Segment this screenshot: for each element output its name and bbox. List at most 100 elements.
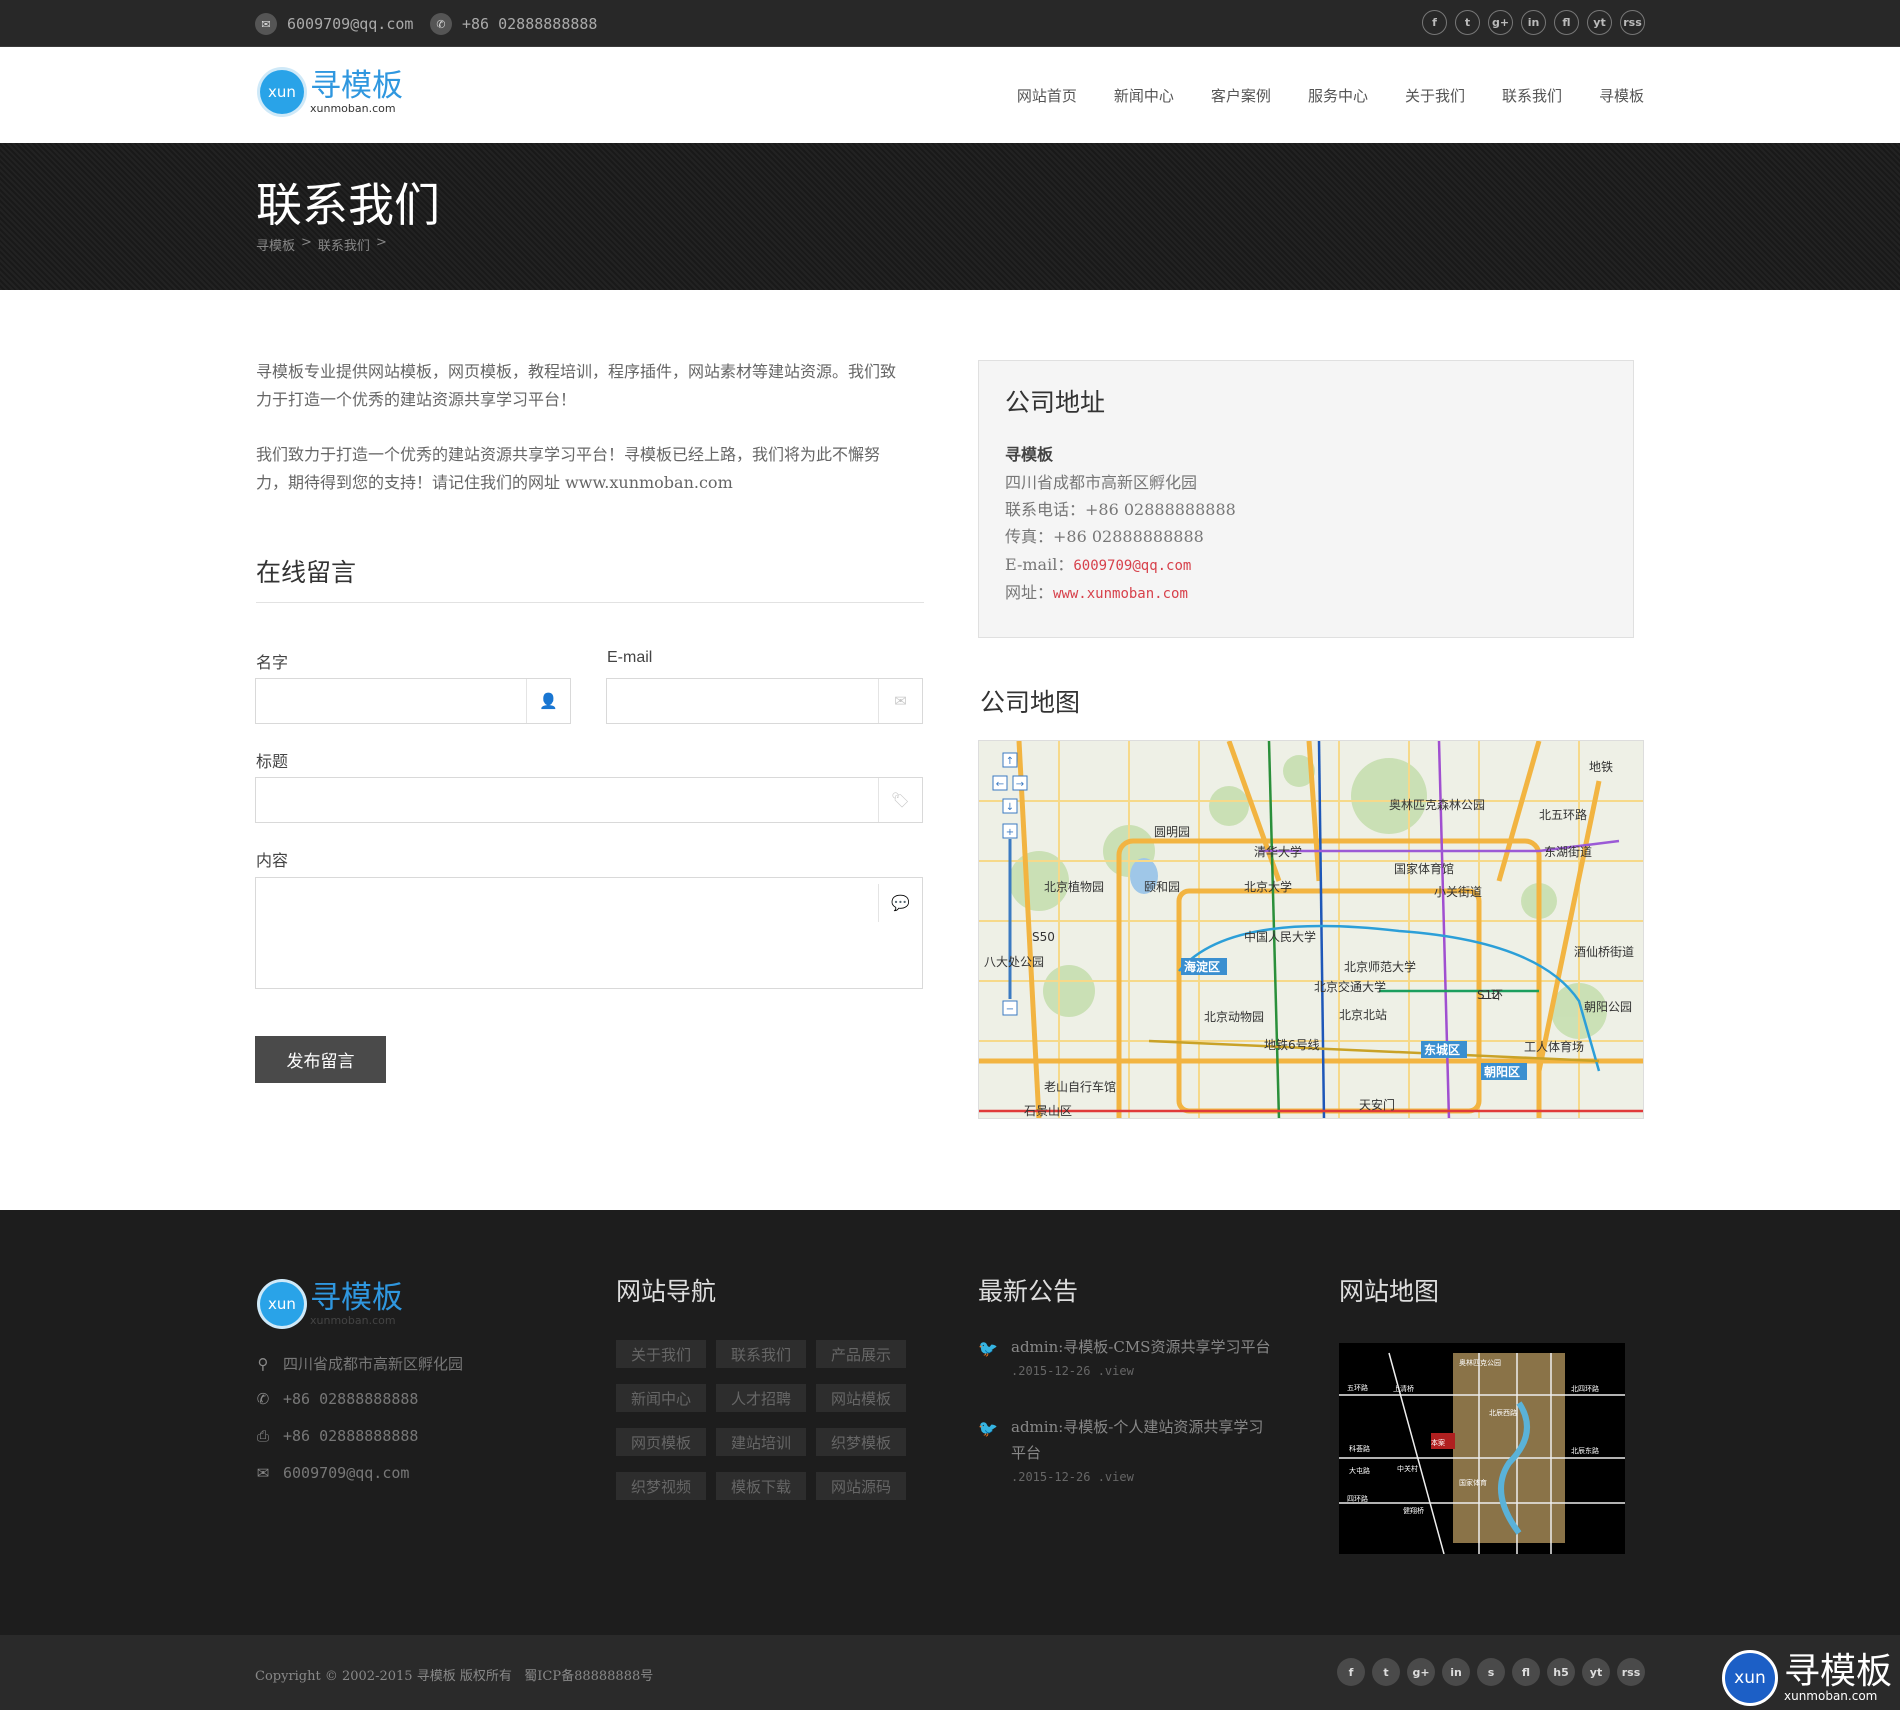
notice-item[interactable]: 🐦 admin:寻模板-CMS资源共享学习平台 .2015-12-26 .view [978, 1334, 1278, 1378]
map-place-label: 北京动物园 [1204, 1010, 1264, 1024]
site-location-map[interactable]: 奥林匹克公园 五环路 四环路 本案 北辰西路 科荟路 大屯路 北四环路 上清桥 中关村 健翔桥 国家体… [1339, 1343, 1625, 1554]
linkedin-icon[interactable]: in [1521, 10, 1546, 35]
footer-nav-tag[interactable]: 网页模板 [616, 1428, 706, 1456]
watermark-ball: xun [1721, 1650, 1778, 1706]
map-place-label: 海淀区 [1184, 959, 1220, 974]
footer-nav-tag[interactable]: 人才招聘 [716, 1384, 806, 1412]
sitemap-place-label: 四环路 [1347, 1494, 1368, 1503]
footer-nav-tag[interactable]: 织梦模板 [816, 1428, 906, 1456]
youtube-icon[interactable]: yt [1587, 10, 1612, 35]
footer-nav-tag[interactable]: 关于我们 [616, 1340, 706, 1368]
footer-nav-tags: 关于我们 联系我们 产品展示 新闻中心 人才招聘 网站模板 网页模板 建站培训 … [616, 1340, 916, 1500]
footer-address: ⚲ 四川省成都市高新区孵化园 [255, 1353, 464, 1374]
map-place-label: 国家体育馆 [1394, 861, 1454, 876]
sitemap-place-label: 五环路 [1347, 1383, 1368, 1392]
footer-nav-tag[interactable]: 网站源码 [816, 1472, 906, 1500]
breadcrumb: 寻模板 > 联系我们 > [256, 235, 387, 254]
icp-number[interactable]: 蜀ICP备88888888号 [524, 1669, 653, 1684]
location-map-graphic: 奥林匹克公园五环路四环路 本案 北辰西路科荟路大屯路 北四环路 上清桥中关村健翔桥 国家体… [1339, 1343, 1625, 1554]
nav-item-news[interactable]: 新闻中心 [1114, 85, 1174, 106]
bottom-social-links: f t g+ in s fl h5 yt rss [1337, 1658, 1645, 1686]
nav-item-service[interactable]: 服务中心 [1308, 85, 1368, 106]
breadcrumb-home[interactable]: 寻模板 [256, 235, 295, 254]
sitemap-place-label: 北四环路 [1571, 1384, 1599, 1393]
breadcrumb-separator: > [301, 235, 312, 250]
submit-button[interactable]: 发布留言 [255, 1036, 386, 1083]
map-place-label: 北京师范大学 [1344, 959, 1416, 974]
map-place-label: 颐和园 [1144, 880, 1180, 894]
svg-text:↓: ↓ [1006, 802, 1014, 813]
content-textarea[interactable]: 💬 [255, 877, 923, 989]
notice-item[interactable]: 🐦 admin:寻模板-个人建站资源共享学习平台 .2015-12-26 .vie… [978, 1414, 1278, 1484]
linkedin-icon[interactable]: in [1442, 1658, 1470, 1686]
twitter-icon[interactable]: t [1372, 1658, 1400, 1686]
flickr-icon[interactable]: fl [1512, 1658, 1540, 1686]
company-url-link[interactable]: www.xunmoban.com [1053, 586, 1188, 602]
phone-icon: ✆ [256, 1390, 270, 1408]
nav-item-about[interactable]: 关于我们 [1405, 85, 1465, 106]
map-place-label: 酒仙桥街道 [1574, 945, 1634, 959]
footer-nav-tag[interactable]: 网站模板 [816, 1384, 906, 1412]
top-email[interactable]: ✉ 6009709@qq.com [255, 13, 413, 35]
top-bar: ✉ 6009709@qq.com ✆ +86 02888888888 f t g… [0, 0, 1900, 47]
email-field[interactable]: ✉ [606, 678, 923, 724]
watermark: xun 寻模板 xunmoban.com [1721, 1650, 1892, 1706]
name-field[interactable]: 👤 [255, 678, 571, 724]
flickr-icon[interactable]: fl [1554, 10, 1579, 35]
nav-item-cases[interactable]: 客户案例 [1211, 85, 1271, 106]
rss-icon[interactable]: rss [1617, 1658, 1645, 1686]
subject-label: 标题 [256, 754, 289, 771]
company-email-link[interactable]: 6009709@qq.com [1073, 558, 1191, 574]
notice-meta: .2015-12-26 .view [1011, 1470, 1134, 1484]
company-map[interactable]: ↑ ← → ↓ + − 圆明园 清华大学 奥林匹克森林公园 北五环路 北京植物园 颐和园 北京大学 国家… [978, 740, 1644, 1119]
map-place-label: 北五环路 [1539, 807, 1587, 822]
map-place-label: 北京大学 [1244, 879, 1292, 894]
map-place-label: 朝阳区 [1484, 1064, 1520, 1079]
nav-item-xunmoban[interactable]: 寻模板 [1599, 85, 1644, 106]
intro-line: 寻模板专业提供网站模板，网页模板，教程培训，程序插件，网站素材等建站资源。我们致 [256, 362, 897, 381]
envelope-icon: ✉ [255, 13, 277, 35]
print-icon: ⎙ [256, 1427, 269, 1445]
footer-email[interactable]: ✉ 6009709@qq.com [255, 1464, 410, 1482]
google-plus-icon[interactable]: g+ [1407, 1658, 1435, 1686]
content-label: 内容 [256, 853, 289, 870]
map-place-label: 中国人民大学 [1244, 929, 1316, 944]
rss-icon[interactable]: rss [1620, 10, 1645, 35]
footer-nav-tag[interactable]: 新闻中心 [616, 1384, 706, 1412]
youtube-icon[interactable]: yt [1582, 1658, 1610, 1686]
skype-icon[interactable]: s [1477, 1658, 1505, 1686]
footer-logo-domain: xunmoban.com [310, 1313, 396, 1327]
map-place-label: S12 [1477, 988, 1500, 1002]
map-place-label: 老山自行车馆 [1044, 1079, 1116, 1094]
company-name: 寻模板 [1005, 445, 1054, 464]
map-place-label: 地铁6号线 [1264, 1038, 1320, 1052]
subject-field[interactable]: 🏷 [255, 777, 923, 823]
twitter-icon: 🐦 [978, 1419, 998, 1438]
footer-nav-tag[interactable]: 模板下载 [716, 1472, 806, 1500]
nav-item-contact[interactable]: 联系我们 [1502, 85, 1562, 106]
sitemap-place-label: 中关村 [1397, 1464, 1418, 1473]
site-logo[interactable]: xun 寻模板 xunmoban.com [260, 70, 403, 114]
footer: xun 寻模板 xunmoban.com ⚲ 四川省成都市高新区孵化园 ✆ +8… [0, 1210, 1900, 1635]
map-place-label: 清华大学 [1254, 844, 1302, 859]
footer-nav-tag[interactable]: 产品展示 [816, 1340, 906, 1368]
nav-item-home[interactable]: 网站首页 [1017, 85, 1077, 106]
footer-nav-tag[interactable]: 织梦视频 [616, 1472, 706, 1500]
map-place-label: 天安门 [1359, 1097, 1395, 1112]
name-label: 名字 [256, 655, 289, 672]
twitter-icon[interactable]: t [1455, 10, 1480, 35]
company-tel: 联系电话：+86 02888888888 [1005, 500, 1236, 519]
message-form-title: 在线留言 [256, 558, 357, 587]
logo-ball: xun [260, 70, 304, 114]
footer-nav-tag[interactable]: 联系我们 [716, 1340, 806, 1368]
html5-icon[interactable]: h5 [1547, 1658, 1575, 1686]
breadcrumb-current[interactable]: 联系我们 [318, 235, 370, 254]
google-plus-icon[interactable]: g+ [1488, 10, 1513, 35]
facebook-icon[interactable]: f [1422, 10, 1447, 35]
bottom-bar: Copyright © 2002-2015 寻模板 版权所有 蜀ICP备8888… [0, 1635, 1900, 1710]
facebook-icon[interactable]: f [1337, 1658, 1365, 1686]
map-place-label: 东城区 [1424, 1042, 1460, 1057]
intro-line: 力，期待得到您的支持！请记住我们的网址 www.xunmoban.com [256, 473, 733, 492]
footer-logo[interactable]: xun 寻模板 xunmoban.com [260, 1282, 403, 1326]
footer-nav-tag[interactable]: 建站培训 [716, 1428, 806, 1456]
